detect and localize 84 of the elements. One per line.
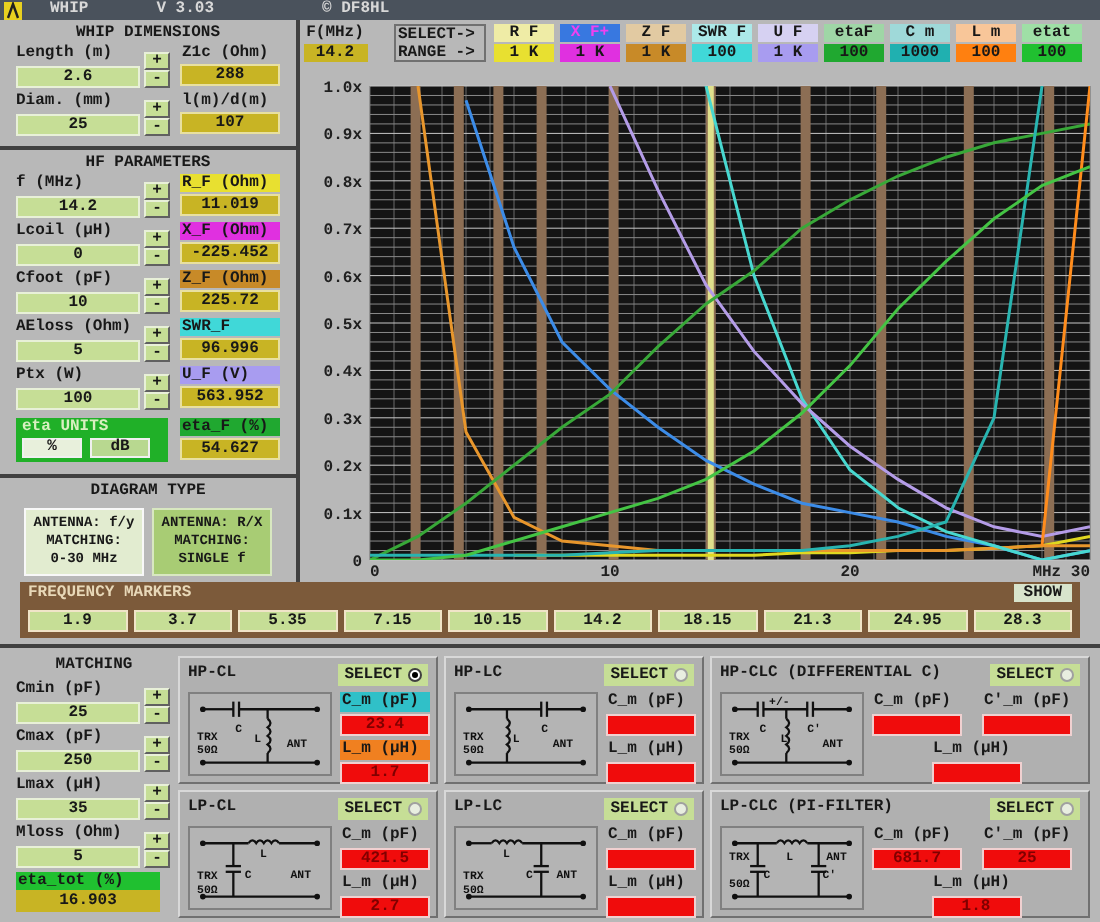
network-title: LP-LC [454,796,503,820]
output-value: 421.5 [340,848,430,870]
section-title: MATCHING [55,656,133,676]
output-label: C_m (pF) [340,692,430,712]
field-label: Cfoot (pF) [16,270,115,288]
output-label: L_m (µH) [931,740,1012,760]
field-label: Diam. (mm) [16,92,115,110]
app-version: V 3.03 [156,0,215,20]
network-title: HP-CL [188,662,237,686]
frequency-value: 14.2 [303,44,367,62]
eta-units-label: eta UNITS [22,418,111,436]
app-author: © DF8HL [322,0,390,20]
result-label: X_F (Ohm) [180,222,280,240]
axis-label: 1.0x [323,80,362,98]
eta-total-label: eta_tot (%) [16,872,160,890]
output-label: C_m (pF) [340,826,421,846]
axis-label: 0.7x [323,222,362,241]
axis-label: 0.5x [323,317,362,335]
axis-label: 0.4x [323,364,362,383]
axis-label: 0 [370,564,380,580]
output-label: C'_m (pF) [982,826,1072,846]
result-value: 563.952 [180,386,280,408]
output-value: 25 [982,848,1072,870]
result-value: 54.627 [180,438,280,460]
range-label: RANGE -> [398,44,477,62]
axis-label: 0.2x [323,459,362,478]
output-label: C_m (pF) [872,692,953,712]
result-label: R_F (Ohm) [180,174,280,192]
output-label: C_m (pF) [606,826,687,846]
network-title: LP-CL [188,796,237,820]
result-value: -225.452 [180,242,280,264]
axis-label: 0.1x [323,506,362,525]
axis-label: 0.8x [323,174,362,193]
app-name: WHIP [50,0,89,20]
frequency-label: F(MHz) [306,24,364,42]
result-label: Z1c (Ohm) [180,44,271,62]
result-label: SWR_F [180,318,280,336]
result-value: 107 [180,112,280,134]
field-label: Cmax (pF) [16,728,105,746]
network-title: HP-LC [454,662,503,686]
field-label: Length (m) [16,44,115,62]
result-label: l(m)/d(m) [180,92,271,110]
output-value: 2.7 [340,896,430,918]
eta-total-value: 16.903 [16,890,160,912]
output-label: C_m (pF) [872,826,953,846]
network-title: LP-CLC (PI-FILTER) [720,796,893,820]
output-value: 681.7 [872,848,962,870]
axis-label: 10 [600,564,620,580]
result-value: 96.996 [180,338,280,360]
output-label: L_m (µH) [340,874,421,894]
result-value: 288 [180,64,280,86]
field-label: AEloss (Ohm) [16,318,134,336]
select-label: SELECT-> [398,26,477,44]
output-label: C'_m (pF) [982,692,1072,712]
axis-label: 0.6x [323,269,362,288]
field-label: Ptx (W) [16,366,86,384]
output-value: 1.8 [931,896,1021,918]
section-title: DIAGRAM TYPE [90,482,206,502]
output-label: L_m (µH) [606,740,687,760]
section-title: WHIP DIMENSIONS [75,24,220,44]
markers-title: FREQUENCY MARKERS [28,584,192,604]
axis-label: 0.3x [323,411,362,430]
result-label: eta_F (%) [180,418,280,436]
output-value: 23.4 [340,714,430,736]
axis-label: 0.9x [323,127,362,146]
field-label: f (MHz) [16,174,86,192]
axis-label: 20 [840,564,860,580]
output-label: L_m (µH) [606,874,687,894]
output-label: L_m (µH) [931,874,1012,894]
output-label: C_m (pF) [606,692,687,712]
output-label: L_m (µH) [340,740,430,760]
result-value: 11.019 [180,194,280,216]
result-label: U_F (V) [180,366,280,384]
section-title: HF PARAMETERS [85,154,211,174]
field-label: Lcoil (µH) [16,222,115,240]
field-label: Lmax (µH) [16,776,105,794]
axis-label: 0 [352,554,362,572]
axis-label: MHz 30 [1032,564,1090,580]
field-label: Cmin (pF) [16,680,105,698]
output-value: 1.7 [340,762,430,784]
result-value: 225.72 [180,290,280,312]
result-label: Z_F (Ohm) [180,270,280,288]
network-title: HP-CLC (DIFFERENTIAL C) [720,662,941,686]
field-label: Mloss (Ohm) [16,824,124,842]
